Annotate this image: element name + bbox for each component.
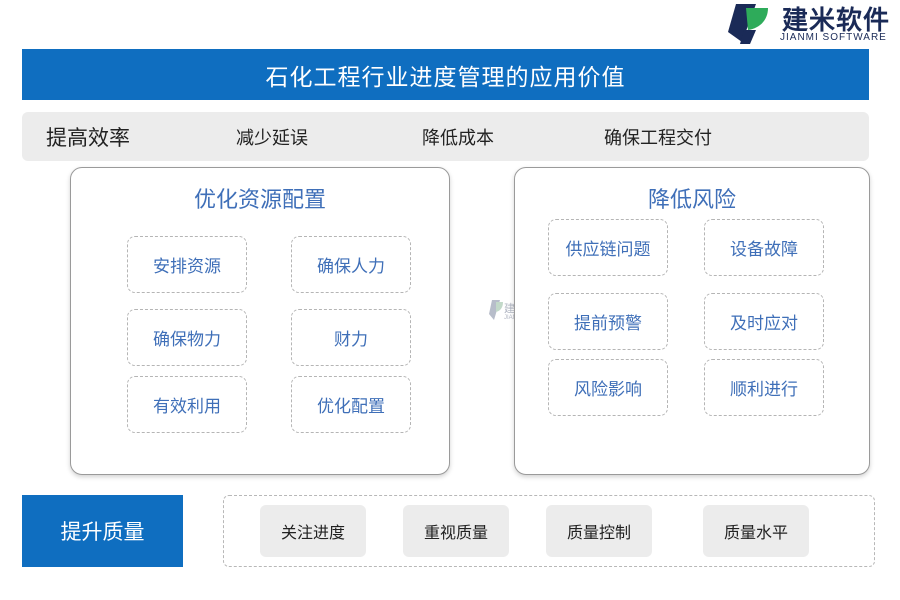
risk-item: 顺利进行 xyxy=(704,359,824,416)
resource-item: 确保物力 xyxy=(127,309,247,366)
resource-panel: 优化资源配置 安排资源 确保人力 确保物力 财力 有效利用 优化配置 xyxy=(70,167,450,475)
risk-item: 设备故障 xyxy=(704,219,824,276)
resource-item: 优化配置 xyxy=(291,376,411,433)
goal-item: 减少延误 xyxy=(236,127,308,149)
quality-item: 质量控制 xyxy=(546,505,652,557)
goal-item: 提高效率 xyxy=(46,125,130,150)
resource-item: 安排资源 xyxy=(127,236,247,293)
risk-panel-title: 降低风险 xyxy=(647,188,736,213)
watermark-logo-icon xyxy=(489,300,503,320)
resource-item: 财力 xyxy=(291,309,411,366)
risk-item: 及时应对 xyxy=(704,293,824,350)
resource-panel-title: 优化资源配置 xyxy=(193,188,326,213)
risk-item: 供应链问题 xyxy=(548,219,668,276)
brand-name-en: JIANMI SOFTWARE xyxy=(780,32,887,43)
goal-item: 降低成本 xyxy=(422,127,494,149)
risk-panel: 降低风险 供应链问题 设备故障 提前预警 及时应对 风险影响 顺利进行 xyxy=(514,167,870,475)
resource-item: 有效利用 xyxy=(127,376,247,433)
risk-item: 风险影响 xyxy=(548,359,668,416)
quality-item: 关注进度 xyxy=(260,505,366,557)
goals-row: 提高效率 减少延误 降低成本 确保工程交付 xyxy=(22,112,869,161)
quality-item: 重视质量 xyxy=(403,505,509,557)
brand-logo-icon xyxy=(728,4,768,44)
page-title: 石化工程行业进度管理的应用价值 xyxy=(22,49,869,100)
quality-item: 质量水平 xyxy=(703,505,809,557)
quality-items-frame: 关注进度 重视质量 质量控制 质量水平 xyxy=(223,495,875,567)
brand-logo: 建米软件 JIANMI SOFTWARE xyxy=(722,0,900,46)
quality-label: 提升质量 xyxy=(22,495,183,567)
risk-item: 提前预警 xyxy=(548,293,668,350)
resource-item: 确保人力 xyxy=(291,236,411,293)
goal-item: 确保工程交付 xyxy=(604,127,712,149)
